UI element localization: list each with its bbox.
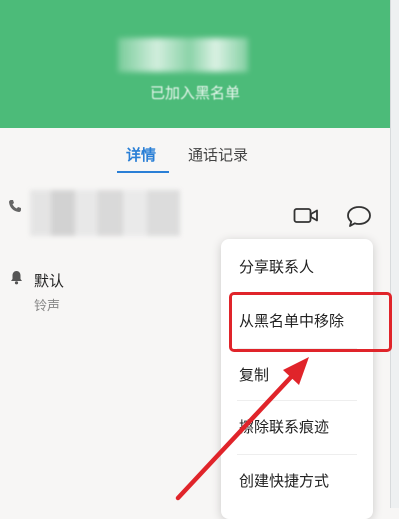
annotation-arrow [175,357,309,501]
